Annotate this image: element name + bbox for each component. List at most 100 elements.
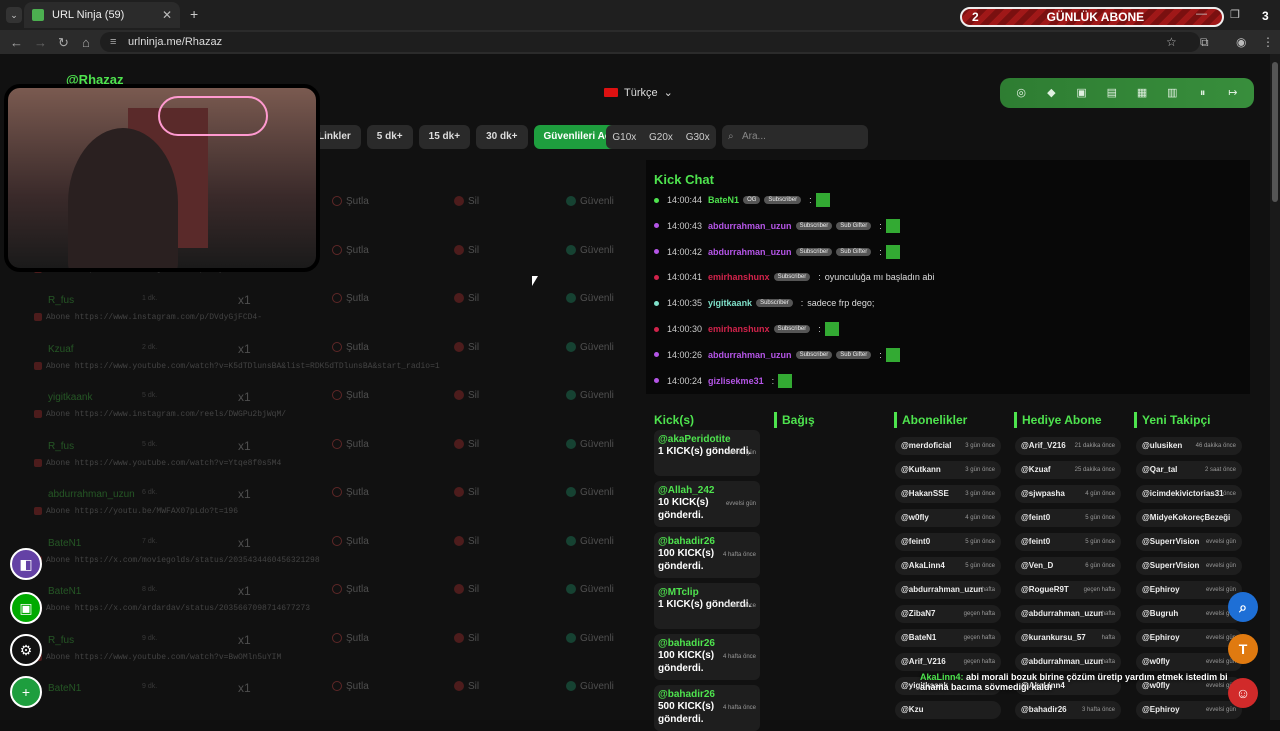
mark-safe-button[interactable]: Güvenli [566,439,614,450]
delete-link-button[interactable]: Sil [454,536,479,547]
kick-icon[interactable]: ▣ [10,592,42,624]
add-user-icon[interactable]: + [10,676,42,708]
mark-safe-button[interactable]: Güvenli [566,633,614,644]
logout-icon[interactable]: ↦ [1225,85,1241,101]
mark-safe-button[interactable]: Güvenli [566,245,614,256]
user-fab-icon[interactable]: ☺ [1228,678,1258,708]
delete-link-button[interactable]: Sil [454,487,479,498]
kick-link-button[interactable]: Şutla [332,536,369,547]
link-url[interactable]: Abone https://www.instagram.com/reels/DW… [34,410,286,419]
link-url[interactable]: Abone https://www.youtube.com/watch?v=Bw… [34,652,281,662]
kick-link-button[interactable]: Şutla [332,487,369,498]
link-url[interactable]: Abone https://www.youtube.com/watch?v=K5… [34,361,440,371]
instagram-icon[interactable]: ▣ [1074,85,1090,101]
kick-link-button[interactable]: Şutla [332,390,369,401]
delete-link-button[interactable]: Sil [454,439,479,450]
tab-search-icon[interactable]: ⌄ [6,7,22,23]
language-selector[interactable]: Türkçe ⌄ [604,86,673,99]
reload-icon[interactable]: ↻ [58,35,69,51]
mark-safe-button[interactable]: Güvenli [566,390,614,401]
browser-menu-icon[interactable]: ⋮ [1262,35,1274,49]
mark-safe-button[interactable]: Güvenli [566,681,614,692]
t-fab-button[interactable]: T [1228,634,1258,664]
kick-link-button[interactable]: Şutla [332,439,369,450]
lock-icon[interactable]: ▤ [1104,85,1120,101]
mark-safe-button[interactable]: Güvenli [566,342,614,353]
pill-time: 46 dakika önce [1195,443,1236,449]
chat-username[interactable]: abdurrahman_uzun [708,350,792,360]
chat-username[interactable]: gizlisekme31 [708,376,764,386]
profile-icon[interactable]: ◉ [1236,35,1246,49]
event-pill: @BateN1 geçen hafta [895,629,1001,647]
maximize-icon[interactable]: ❐ [1230,8,1240,21]
cookie-icon[interactable]: ◎ [1013,85,1029,101]
chat-username[interactable]: yigitkaank [708,298,752,308]
tab-close-icon[interactable]: ✕ [162,8,172,22]
chat-username[interactable]: abdurrahman_uzun [708,247,792,257]
delete-link-button[interactable]: Sil [454,390,479,401]
delete-link-button[interactable]: Sil [454,584,479,595]
twitch-icon[interactable]: ◧ [10,548,42,580]
kick-time: evvelsi gün [725,450,756,456]
kick-link-button[interactable]: Şutla [332,584,369,595]
kick-link-button[interactable]: Şutla [332,681,369,692]
event-pill: @SuperrVision evvelsi gün [1136,533,1242,551]
grid-icon[interactable]: ▦ [1134,85,1150,101]
link-url[interactable]: Abone https://www.youtube.com/watch?v=Yt… [34,458,281,468]
filter-15min-button[interactable]: 15 dk+ [418,125,471,149]
link-url[interactable]: Abone https://x.com/ardardav/status/2035… [34,604,310,613]
mark-safe-button[interactable]: Güvenli [566,487,614,498]
bookmark-star-icon[interactable]: ☆ [1166,35,1177,49]
forward-icon[interactable]: → [34,35,47,50]
back-icon[interactable]: ← [10,35,23,50]
kick-link-button[interactable]: Şutla [332,342,369,353]
delete-link-button[interactable]: Sil [454,196,479,207]
mark-safe-button[interactable]: Güvenli [566,584,614,595]
settings-icon[interactable]: ⚙ [10,634,42,666]
tab-url-ninja[interactable]: URL Ninja (59) ✕ [24,2,180,28]
search-fab-icon[interactable]: ⌕ [1228,592,1258,622]
chat-username[interactable]: emirhanshunx [708,324,770,334]
address-bar[interactable]: ≡ urlninja.me/Rhazaz [100,32,1200,52]
check-icon [566,535,576,546]
event-pill: @SuperrVision evvelsi gün [1136,557,1242,575]
twitter-icon[interactable]: ◆ [1043,85,1059,101]
streamer-video [68,128,178,268]
delete-link-button[interactable]: Sil [454,293,479,304]
link-url[interactable]: Abone https://www.instagram.com/p/DVdyGj… [34,313,262,322]
mark-safe-button[interactable]: Güvenli [566,536,614,547]
pill-name: @w0fly [1142,657,1170,666]
g20-button[interactable]: G20x [649,132,673,143]
delete-link-button[interactable]: Sil [454,633,479,644]
trash-icon[interactable]: ▥ [1164,85,1180,101]
home-icon[interactable]: ⌂ [82,35,90,50]
delete-link-button[interactable]: Sil [454,681,479,692]
page-scrollbar[interactable] [1270,54,1280,720]
site-info-icon[interactable]: ≡ [110,32,116,52]
mark-safe-button[interactable]: Güvenli [566,196,614,207]
emote-icon [885,347,900,362]
chat-username[interactable]: abdurrahman_uzun [708,221,792,231]
link-url[interactable]: Abone https://youtu.be/MWFAX07pLdo?t=196 [34,507,238,516]
new-tab-button[interactable]: + [190,6,198,22]
g30-button[interactable]: G30x [686,132,710,143]
pause-icon[interactable]: ⏸ [1195,85,1211,101]
kick-link-button[interactable]: Şutla [332,196,369,207]
mark-safe-button[interactable]: Güvenli [566,293,614,304]
pill-name: @Qar_tal [1142,465,1178,474]
search-input[interactable]: ⌕ Ara... [722,125,868,149]
filter-30min-button[interactable]: 30 dk+ [476,125,528,149]
event-pill: @feint0 5 gün önce [895,533,1001,551]
extensions-icon[interactable]: ⧉ [1200,35,1209,50]
delete-link-button[interactable]: Sil [454,342,479,353]
filter-5min-button[interactable]: 5 dk+ [366,125,413,149]
link-url[interactable]: Abone https://x.com/moviegolds/status/20… [34,555,320,565]
delete-link-button[interactable]: Sil [454,245,479,256]
kick-link-button[interactable]: Şutla [332,245,369,256]
g10-button[interactable]: G10x [612,132,636,143]
minimize-icon[interactable]: — [1196,8,1207,20]
chat-username[interactable]: emirhanshunx [708,272,770,282]
chat-username[interactable]: BateN1 [708,195,739,205]
kick-link-button[interactable]: Şutla [332,633,369,644]
kick-link-button[interactable]: Şutla [332,293,369,304]
